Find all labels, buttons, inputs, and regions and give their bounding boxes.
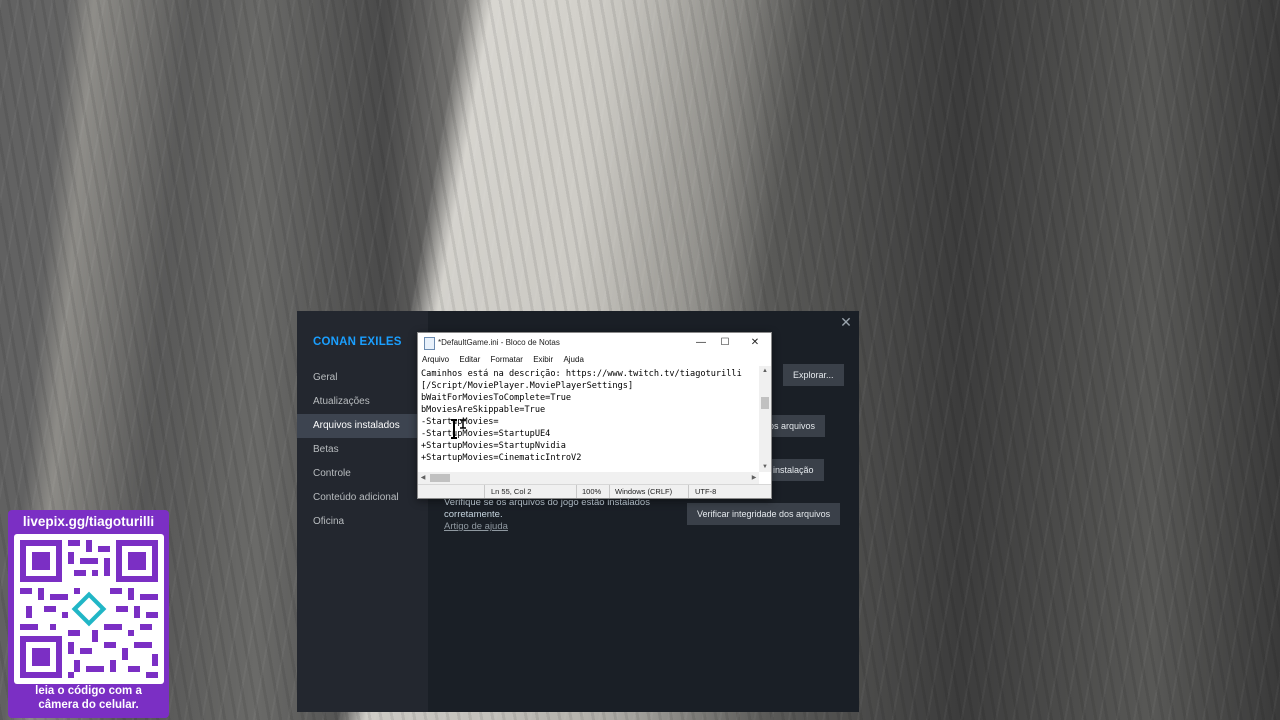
text-line: bMoviesAreSkippable=True [421, 405, 546, 415]
text-line: Caminhos está na descrição: https://www.… [421, 369, 742, 379]
status-separator [484, 485, 485, 498]
sidebar-item-betas[interactable]: Betas [297, 438, 428, 462]
status-encoding: UTF-8 [695, 487, 717, 496]
livepix-overlay: livepix.gg/tiagoturilli leia o código co… [8, 510, 169, 718]
text-line: bWaitForMoviesToComplete=True [421, 393, 572, 403]
notepad-statusbar: Ln 55, Col 2 100% Windows (CRLF) UTF-8 [418, 484, 771, 498]
sidebar-item-atualizacoes[interactable]: Atualizações [297, 390, 428, 414]
status-cursor-position: Ln 55, Col 2 [491, 487, 532, 496]
steam-sidebar: CONAN EXILES Geral Atualizações Arquivos… [297, 311, 428, 712]
livepix-url: livepix.gg/tiagoturilli [22, 514, 155, 529]
vertical-scrollbar[interactable]: ▲ ▼ [759, 366, 771, 472]
sidebar-item-arquivos-instalados[interactable]: Arquivos instalados [297, 414, 428, 438]
scroll-down-icon[interactable]: ▼ [759, 462, 771, 472]
sidebar-nav: Geral Atualizações Arquivos instalados B… [297, 366, 428, 534]
livepix-caption-line: câmera do celular. [38, 699, 139, 711]
text-cursor-icon [451, 419, 466, 439]
menu-formatar[interactable]: Formatar [487, 353, 527, 366]
menu-exibir[interactable]: Exibir [529, 353, 557, 366]
notepad-menubar: Arquivo Editar Formatar Exibir Ajuda [418, 353, 771, 366]
verify-integrity-button[interactable]: Verificar integridade dos arquivos [687, 503, 841, 525]
scroll-left-icon[interactable]: ◀ [418, 472, 428, 484]
qr-code-graphic [20, 540, 158, 678]
menu-ajuda[interactable]: Ajuda [559, 353, 587, 366]
status-separator [576, 485, 577, 498]
explore-button[interactable]: Explorar... [783, 364, 844, 386]
status-zoom: 100% [582, 487, 602, 496]
minimize-icon[interactable]: — [691, 335, 711, 351]
maximize-icon[interactable]: ☐ [715, 335, 735, 351]
notepad-text-area[interactable]: Caminhos está na descrição: https://www.… [421, 368, 757, 468]
livepix-caption: leia o código com a câmera do celular. [8, 684, 169, 712]
sidebar-item-oficina[interactable]: Oficina [297, 510, 428, 534]
notepad-icon [424, 337, 435, 350]
notepad-titlebar[interactable]: *DefaultGame.ini - Bloco de Notas — ☐ ✕ [418, 333, 771, 353]
menu-arquivo[interactable]: Arquivo [418, 353, 453, 366]
status-separator [609, 485, 610, 498]
help-article-link[interactable]: Artigo de ajuda [444, 521, 508, 532]
close-icon[interactable]: ✕ [839, 315, 853, 329]
sidebar-item-controle[interactable]: Controle [297, 462, 428, 486]
qr-code-icon [14, 534, 164, 684]
scroll-right-icon[interactable]: ▶ [749, 472, 759, 484]
notepad-title: *DefaultGame.ini - Bloco de Notas [438, 338, 560, 347]
vertical-scroll-thumb[interactable] [761, 397, 769, 409]
text-line: [/Script/MoviePlayer.MoviePlayerSettings… [421, 381, 634, 391]
text-line: +StartupMovies=StartupNvidia [421, 441, 566, 451]
text-line: -StartupMovies= [421, 417, 499, 427]
notepad-window: *DefaultGame.ini - Bloco de Notas — ☐ ✕ … [417, 332, 772, 499]
text-line: +StartupMovies=CinematicIntroV2 [421, 453, 582, 463]
status-separator [688, 485, 689, 498]
verify-description: Verifique se os arquivos do jogo estão i… [444, 497, 650, 520]
status-line-endings: Windows (CRLF) [615, 487, 673, 496]
horizontal-scroll-thumb[interactable] [430, 474, 450, 482]
menu-editar[interactable]: Editar [455, 353, 484, 366]
sidebar-item-conteudo-adicional[interactable]: Conteúdo adicional [297, 486, 428, 510]
horizontal-scrollbar[interactable]: ◀ ▶ [418, 472, 759, 484]
close-icon[interactable]: ✕ [745, 335, 765, 351]
text-line: -StartupMovies=StartupUE4 [421, 429, 551, 439]
scroll-up-icon[interactable]: ▲ [759, 366, 771, 376]
game-title: CONAN EXILES [313, 336, 402, 348]
sidebar-item-geral[interactable]: Geral [297, 366, 428, 390]
livepix-caption-line: leia o código com a [35, 685, 142, 697]
